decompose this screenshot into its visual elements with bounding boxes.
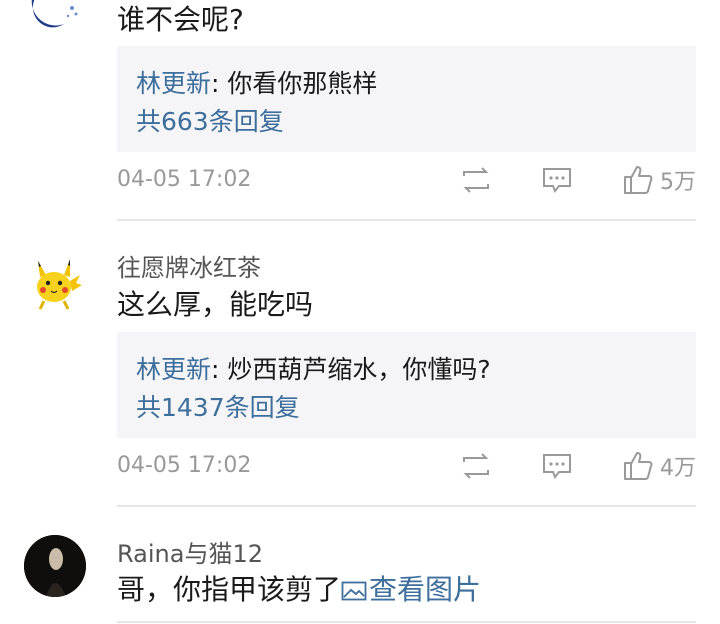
moon-avatar-image [24,0,86,30]
divider [117,505,696,507]
comment-button[interactable] [541,166,573,194]
comment-text-body: 哥，你指甲该剪了 [117,573,342,606]
image-icon [341,581,367,601]
username[interactable]: 往愿牌冰红茶 [117,248,261,283]
repost-button[interactable] [460,166,492,194]
avatar[interactable] [24,535,86,597]
like-icon [624,166,653,194]
comment-button[interactable] [541,452,573,480]
reply-count-link[interactable]: 共1437条回复 [136,388,300,424]
reply-text: 炒西葫芦缩水，你懂吗? [227,355,491,384]
reply-box[interactable]: 林更新: 你看你那熊样 共663条回复 [117,46,696,152]
view-image-link[interactable]: 查看图片 [341,573,481,606]
comment-text: 谁不会呢? [117,3,244,36]
avatar[interactable] [24,0,86,30]
repost-icon [463,453,489,479]
divider [117,219,696,221]
comment-time: 04-05 17:02 [117,453,252,478]
reply-text: 你看你那熊样 [227,69,378,98]
reply-author[interactable]: 林更新 [136,355,211,384]
like-button[interactable]: 5万 [622,164,696,196]
like-count: 4万 [660,456,696,481]
reply-preview: 林更新: 炒西葫芦缩水，你懂吗? [136,350,491,386]
divider [117,621,696,623]
reply-author[interactable]: 林更新 [136,69,211,98]
comment-text: 这么厚，能吃吗 [117,288,314,321]
like-count: 5万 [660,170,696,195]
reply-count-link[interactable]: 共663条回复 [136,102,284,138]
reply-separator: : [211,69,228,98]
username[interactable]: Raina与猫12 [117,534,263,569]
avatar[interactable] [24,251,86,313]
like-icon [624,452,653,480]
view-image-label: 查看图片 [369,573,482,606]
reply-preview: 林更新: 你看你那熊样 [136,64,377,100]
repost-icon [463,167,489,193]
like-button[interactable]: 4万 [622,450,696,482]
reply-separator: : [211,355,228,384]
comment-icon [543,168,571,193]
repost-button[interactable] [460,452,492,480]
pikachu-avatar-image [37,259,82,310]
comment-time: 04-05 17:02 [117,167,252,192]
comment-text: 哥，你指甲该剪了 查看图片 [117,568,481,608]
comment-icon [543,454,571,479]
dark-portrait-avatar-image [24,535,86,597]
reply-box[interactable]: 林更新: 炒西葫芦缩水，你懂吗? 共1437条回复 [117,332,696,438]
